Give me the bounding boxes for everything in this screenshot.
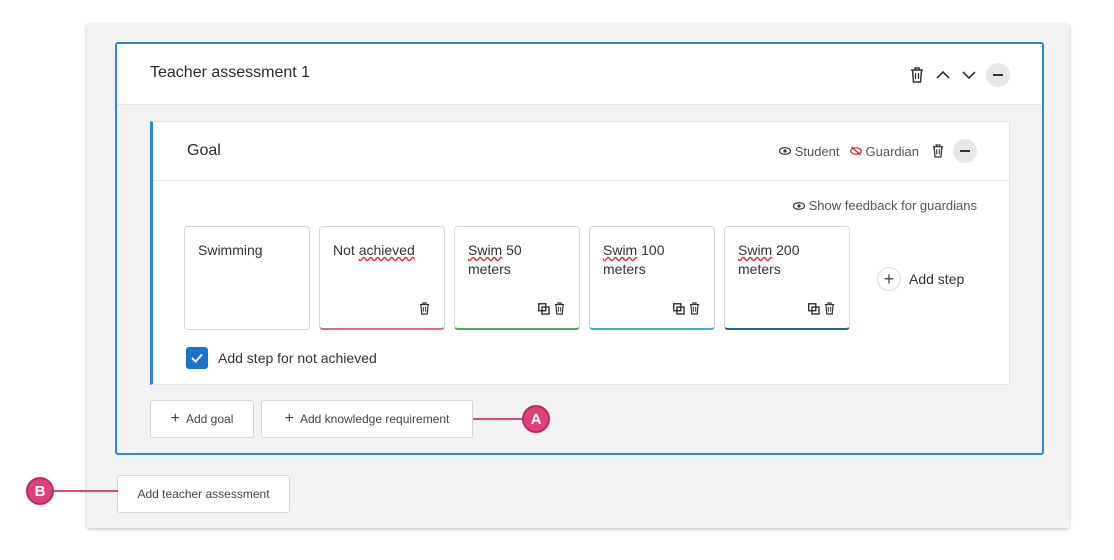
assessment-toolbar	[908, 63, 1010, 87]
goal-card: Goal Student Guardian Show feedback for …	[150, 121, 1010, 385]
callout-b: B	[26, 477, 54, 505]
guardian-visibility-toggle[interactable]: Guardian	[849, 143, 919, 159]
step-text: Swim 50 meters	[468, 242, 522, 277]
check-icon	[191, 353, 203, 363]
step-card-goal[interactable]: Swimming	[184, 226, 310, 330]
add-step-button[interactable]: + Add step	[877, 267, 964, 291]
trash-icon[interactable]	[929, 142, 947, 160]
step-text: Not achieved	[333, 242, 415, 258]
add-goal-button[interactable]: + Add goal	[150, 400, 254, 438]
add-goal-label: Add goal	[185, 412, 234, 426]
copy-icon[interactable]	[673, 301, 685, 320]
not-achieved-checkbox[interactable]	[186, 347, 208, 369]
teacher-assessment-panel: Teacher assessment 1 Goal Student Guardi…	[115, 42, 1044, 455]
goal-title: Goal	[187, 142, 221, 159]
add-teacher-assessment-label: Add teacher assessment	[137, 487, 270, 501]
add-teacher-assessment-button[interactable]: Add teacher assessment	[117, 475, 290, 513]
trash-icon[interactable]	[419, 301, 430, 320]
step-text: Swim 100 meters	[603, 242, 665, 277]
plus-icon: +	[170, 410, 180, 427]
step-card-not-achieved[interactable]: Not achieved	[319, 226, 445, 330]
callout-b-line	[52, 490, 118, 492]
add-step-label: Add step	[909, 271, 965, 287]
assessment-title: Teacher assessment 1	[150, 64, 311, 81]
step-list: Swimming Not achieved Swim 50 meters Swi…	[184, 226, 850, 330]
chevron-up-icon[interactable]	[934, 66, 952, 84]
trash-icon[interactable]	[554, 301, 565, 320]
trash-icon[interactable]	[824, 301, 835, 320]
trash-icon[interactable]	[689, 301, 700, 320]
collapse-assessment-button[interactable]	[986, 63, 1010, 87]
plus-icon: +	[284, 410, 294, 427]
plus-icon: +	[877, 267, 901, 291]
step-card[interactable]: Swim 50 meters	[454, 226, 580, 330]
eye-off-icon	[849, 146, 862, 156]
trash-icon[interactable]	[908, 66, 926, 84]
callout-a-line	[473, 418, 525, 420]
eye-icon	[792, 201, 805, 210]
not-achieved-checkbox-row: Add step for not achieved	[186, 347, 377, 369]
eye-icon	[778, 147, 791, 155]
chevron-down-icon[interactable]	[960, 66, 978, 84]
goal-toolbar: Student Guardian	[778, 139, 977, 163]
copy-icon[interactable]	[808, 301, 820, 320]
step-card[interactable]: Swim 200 meters	[724, 226, 850, 330]
collapse-goal-button[interactable]	[953, 139, 977, 163]
step-text: Swim 200 meters	[738, 242, 800, 277]
guardian-visibility-label: Guardian	[865, 143, 919, 159]
callout-a: A	[522, 405, 550, 433]
copy-icon[interactable]	[538, 301, 550, 320]
show-feedback-toggle[interactable]: Show feedback for guardians	[792, 198, 977, 213]
student-visibility-label: Student	[794, 143, 840, 159]
student-visibility-toggle[interactable]: Student	[778, 143, 840, 159]
add-knowledge-requirement-button[interactable]: + Add knowledge requirement	[261, 400, 473, 438]
goal-header: Goal Student Guardian	[153, 122, 1009, 181]
add-knowledge-requirement-label: Add knowledge requirement	[299, 412, 450, 426]
assessment-header: Teacher assessment 1	[117, 44, 1042, 105]
not-achieved-checkbox-label: Add step for not achieved	[218, 350, 377, 366]
step-card[interactable]: Swim 100 meters	[589, 226, 715, 330]
show-feedback-label: Show feedback for guardians	[808, 198, 977, 213]
step-text: Swimming	[198, 242, 263, 258]
